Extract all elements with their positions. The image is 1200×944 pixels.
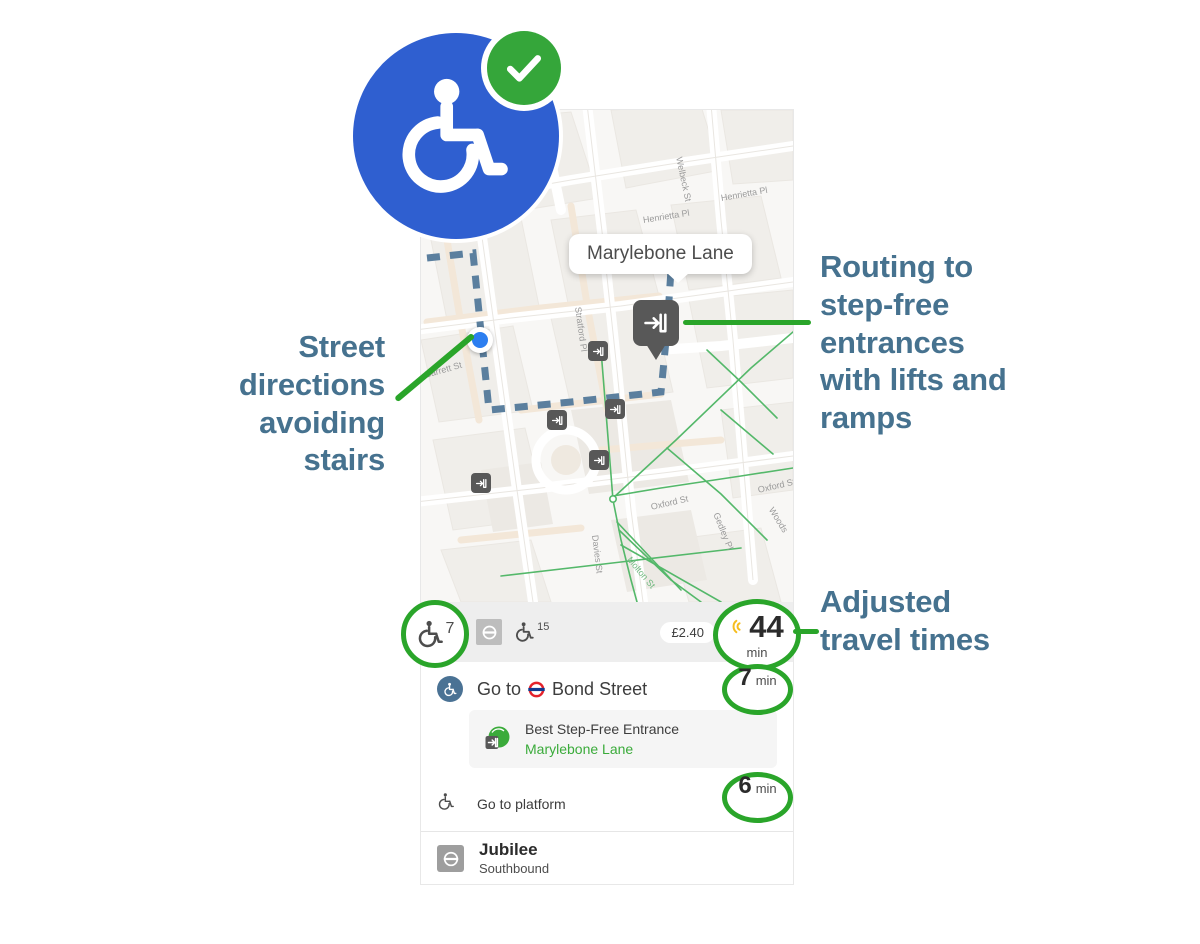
entrance-arrow-icon	[551, 415, 562, 425]
entrance-arrow-icon	[593, 455, 604, 465]
line-text: Jubilee Southbound	[479, 840, 549, 878]
annotation-street-directions: Street directions avoiding stairs	[238, 329, 385, 478]
map-tooltip[interactable]: Marylebone Lane	[569, 234, 752, 283]
highlight-step1-value: 7	[738, 664, 752, 691]
entrance-marker[interactable]	[605, 399, 625, 419]
tube-roundel-icon	[443, 851, 458, 866]
entrance-card-text: Best Step-Free Entrance Marylebone Lane	[525, 719, 679, 760]
entrance-marker[interactable]	[589, 450, 609, 470]
check-icon	[506, 55, 542, 82]
connector-line-right-bottom	[793, 629, 819, 634]
annotation-step-free-routing: Routing to step-free entrances with lift…	[820, 249, 1007, 436]
entrance-marker[interactable]	[588, 341, 608, 361]
entrance-card-subtitle: Marylebone Lane	[525, 741, 634, 757]
walk-mode-after: 15	[514, 621, 549, 643]
wheelchair-icon-wrap	[437, 792, 456, 816]
highlight-total-unit: min	[746, 644, 768, 660]
entrance-arrow-icon	[609, 404, 620, 414]
wheelchair-circle-icon	[437, 676, 463, 702]
selected-entrance-pin[interactable]	[633, 300, 679, 360]
tube-roundel-icon	[528, 681, 545, 697]
verified-check-badge	[481, 25, 567, 111]
tube-mode	[476, 619, 503, 645]
highlight-step1-content: 7 min	[722, 664, 793, 715]
step-free-entrance-icon	[483, 724, 513, 754]
entrance-marker[interactable]	[547, 410, 567, 430]
line-row-jubilee[interactable]: Jubilee Southbound	[421, 833, 793, 884]
entrance-marker[interactable]	[471, 473, 491, 493]
underground-icon	[437, 845, 464, 872]
wheelchair-icon	[516, 622, 534, 642]
connector-line-right-top	[683, 320, 811, 325]
line-direction: Southbound	[479, 860, 550, 876]
highlight-total-content: 44 min	[713, 599, 801, 671]
accessibility-badge	[349, 25, 567, 243]
step-label: Go to Bond Street	[477, 679, 647, 700]
highlight-step2-content: 6 min	[722, 772, 793, 823]
highlight-step2-value: 6	[738, 772, 752, 799]
map-tooltip-label: Marylebone Lane	[587, 243, 734, 264]
step-free-entrance-glyph	[485, 726, 510, 749]
step-prefix: Go to	[477, 678, 522, 699]
entrance-arrow-icon	[592, 346, 603, 356]
line-name: Jubilee	[479, 839, 538, 859]
step-free-entrance-card[interactable]: Best Step-Free Entrance Marylebone Lane	[469, 710, 777, 768]
step-label: Go to platform	[477, 795, 566, 812]
highlight-walk-value: 7	[445, 620, 455, 637]
live-signal-icon	[732, 619, 741, 633]
annotation-adjusted-times: Adjusted travel times	[820, 584, 990, 657]
highlight-step1-unit: min	[755, 673, 777, 688]
step-destination: Bond Street	[552, 678, 648, 699]
entrance-arrow-icon	[475, 478, 486, 488]
fare-pill: £2.40	[660, 621, 715, 643]
wheelchair-icon	[438, 792, 454, 810]
tube-roundel-icon	[482, 625, 496, 639]
highlight-step2-unit: min	[755, 781, 777, 796]
highlight-walk-content: 7	[401, 600, 469, 668]
wheelchair-icon	[443, 682, 456, 696]
poster-canvas: Marylebone Ln Marylebone Ln Welbeck St H…	[0, 0, 1200, 944]
highlight-total-value: 44	[749, 608, 784, 644]
walk-after-minutes: 15	[537, 621, 550, 633]
wheelchair-icon	[418, 620, 443, 648]
entrance-arrow-icon	[644, 313, 667, 333]
entrance-card-title: Best Step-Free Entrance	[525, 720, 680, 737]
